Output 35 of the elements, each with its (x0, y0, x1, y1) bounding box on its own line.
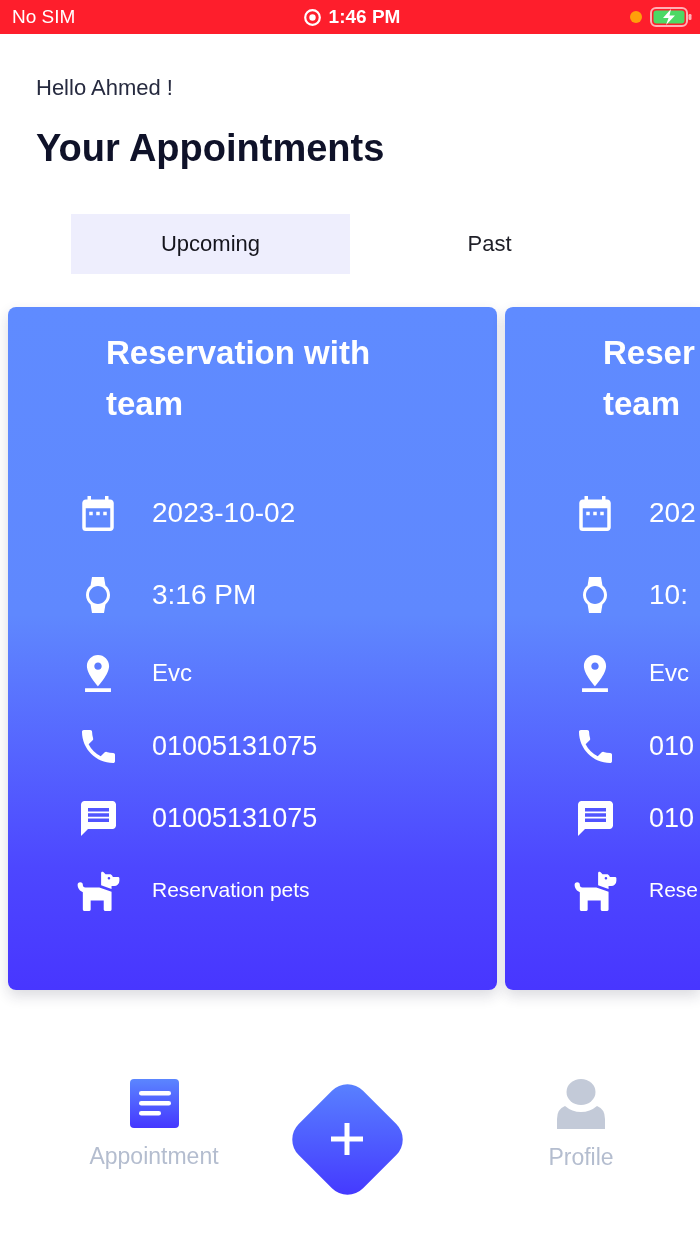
phone-icon (578, 729, 612, 763)
location-pin-icon (582, 654, 608, 692)
time-text: 3:16 PM (152, 579, 257, 611)
service-text: Rese (649, 878, 699, 902)
card-title: Reservation with team (106, 333, 371, 424)
watch-icon (583, 577, 607, 613)
calendar-icon (579, 495, 611, 531)
greeting-text: Hello Ahmed ! (36, 75, 173, 101)
location-text: Evc (649, 659, 689, 687)
date-text: 202 (649, 497, 696, 529)
location-text: Evc (152, 659, 192, 687)
phone-icon (81, 729, 115, 763)
phone-number: 01005131075 (152, 730, 318, 762)
page-title: Your Appointments (36, 126, 385, 171)
carrier-name: No SIM (12, 6, 76, 28)
message-number: 010 (649, 802, 695, 834)
location-pin-icon (85, 654, 111, 692)
document-icon (129, 1079, 179, 1128)
message-icon (577, 800, 613, 836)
status-time: 1:46 PM (328, 6, 401, 28)
date-text: 2023-10-02 (152, 497, 296, 529)
phone-number: 010 (649, 730, 695, 762)
card-title: Reser team (603, 333, 695, 424)
calendar-icon (82, 495, 114, 531)
message-number: 01005131075 (152, 802, 318, 834)
tab[interactable]: Upcoming (71, 214, 350, 274)
recording-icon (303, 8, 321, 26)
message-icon (80, 800, 116, 836)
time-text: 10: (649, 579, 688, 611)
person-icon (557, 1079, 605, 1129)
status-dot-icon (630, 11, 642, 23)
service-text: Reservation pets (152, 878, 310, 902)
watch-icon (86, 577, 110, 613)
plus-icon (331, 1123, 363, 1155)
battery-charging-icon (650, 7, 692, 27)
